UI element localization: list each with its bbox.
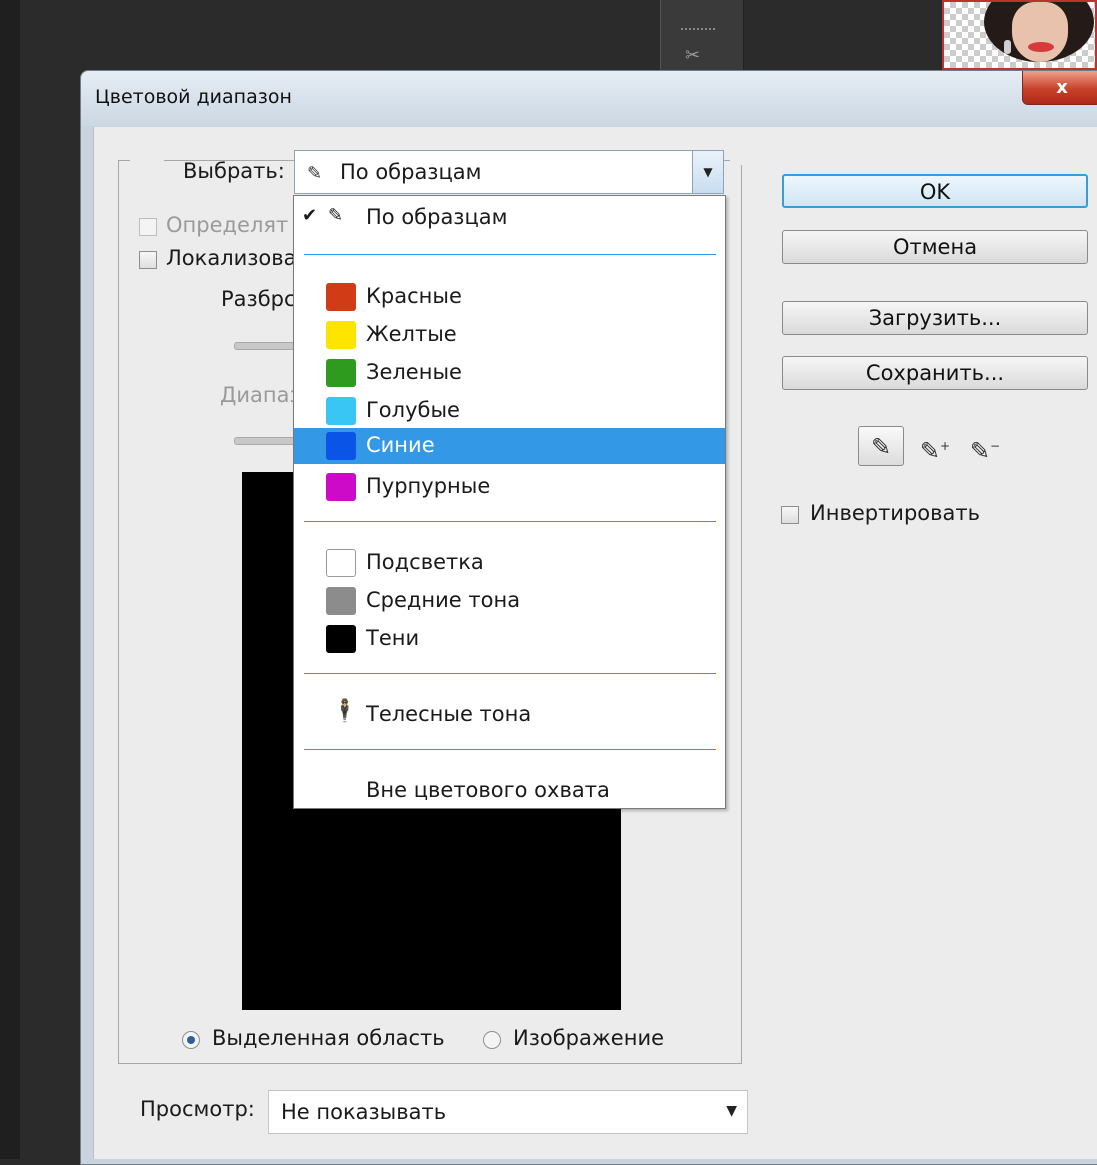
checkmark-icon: ✔ <box>302 205 318 226</box>
load-button[interactable]: Загрузить... <box>782 301 1088 335</box>
group-gap <box>130 155 164 165</box>
chevron-down-icon: ▼ <box>726 1103 737 1119</box>
eyedropper-subtract-icon[interactable]: ✎− <box>962 426 1008 466</box>
localized-checkbox[interactable] <box>139 251 157 269</box>
menu-item-greens[interactable]: Зеленые <box>294 355 725 391</box>
gray-swatch <box>326 587 356 615</box>
select-dropdown-menu: ✔ ✎ По образцам Красные Желтые Зеленые Г… <box>293 195 726 809</box>
thumbnail-earring <box>1004 40 1011 54</box>
cyan-swatch <box>326 397 356 425</box>
thumbnail-lips <box>1028 42 1054 52</box>
preview-label: Просмотр: <box>140 1097 255 1121</box>
select-value: По образцам <box>340 160 482 184</box>
menu-separator <box>304 673 716 674</box>
tool-panel: ✂ <box>660 0 744 75</box>
menu-item-yellows[interactable]: Желтые <box>294 317 725 353</box>
selection-radio[interactable] <box>182 1031 200 1049</box>
menu-item-label: Вне цветового охвата <box>366 778 610 802</box>
group-gap-right <box>730 155 744 165</box>
white-swatch <box>326 549 356 577</box>
menu-item-label: Красные <box>366 284 462 308</box>
image-radio-label: Изображение <box>513 1026 665 1050</box>
fuzziness-label: Разбрс <box>221 287 296 311</box>
ok-button[interactable]: OK <box>782 174 1088 208</box>
preview-combo[interactable]: Не показывать ▼ <box>268 1090 748 1134</box>
blue-swatch <box>326 432 356 460</box>
eyedropper-icon: ✎ <box>307 163 323 184</box>
menu-item-label: Средние тона <box>366 588 521 612</box>
range-label: Диапаз <box>220 383 301 407</box>
chevron-down-icon[interactable]: ▼ <box>692 151 723 193</box>
green-swatch <box>326 359 356 387</box>
menu-item-skin-tones[interactable]: 🕴 Телесные тона <box>294 697 725 733</box>
detect-faces-label: Определят <box>166 213 289 237</box>
menu-item-shadows[interactable]: Тени <box>294 621 725 657</box>
tool-icon[interactable]: ✂ <box>685 46 715 66</box>
invert-checkbox[interactable] <box>781 506 799 524</box>
panel-grip[interactable] <box>681 28 715 33</box>
localized-label: Локализова <box>166 246 297 270</box>
document-thumbnail[interactable] <box>942 0 1097 70</box>
eyedropper-icon: ✎ <box>328 205 344 226</box>
preview-value: Не показывать <box>281 1100 447 1124</box>
yellow-swatch <box>326 321 356 349</box>
invert-label: Инвертировать <box>810 501 980 525</box>
image-radio[interactable] <box>483 1031 501 1049</box>
menu-item-label: Голубые <box>366 398 460 422</box>
close-button[interactable]: x <box>1022 71 1097 105</box>
menu-item-reds[interactable]: Красные <box>294 279 725 315</box>
red-swatch <box>326 283 356 311</box>
menu-item-label: Подсветка <box>366 550 484 574</box>
select-combo[interactable]: ✎ По образцам ▼ <box>294 150 724 194</box>
menu-item-out-of-gamut[interactable]: Вне цветового охвата <box>294 773 725 809</box>
thumbnail-face <box>1012 2 1068 62</box>
dialog-titlebar[interactable]: Цветовой диапазон x <box>81 71 1097 126</box>
dialog-title: Цветовой диапазон <box>95 86 292 108</box>
save-button[interactable]: Сохранить... <box>782 356 1088 390</box>
menu-item-label: Зеленые <box>366 360 462 384</box>
person-icon: 🕴 <box>331 699 359 724</box>
menu-item-label: По образцам <box>366 205 508 229</box>
menu-item-magentas[interactable]: Пурпурные <box>294 469 725 505</box>
menu-separator <box>304 521 716 522</box>
cancel-button[interactable]: Отмена <box>782 230 1088 264</box>
menu-separator <box>304 254 716 255</box>
menu-item-label: Телесные тона <box>366 702 532 726</box>
selection-radio-label: Выделенная область <box>212 1026 445 1050</box>
menu-item-label: Синие <box>366 433 435 457</box>
eyedropper-icon[interactable]: ✎ <box>858 426 904 466</box>
menu-item-label: Пурпурные <box>366 474 491 498</box>
workspace-left-edge <box>0 0 20 1159</box>
menu-item-sampled[interactable]: ✔ ✎ По образцам <box>294 200 725 236</box>
detect-faces-checkbox[interactable] <box>139 218 157 236</box>
eyedropper-add-icon[interactable]: ✎+ <box>912 426 958 466</box>
menu-item-highlights[interactable]: Подсветка <box>294 545 725 581</box>
select-label: Выбрать: <box>183 159 285 183</box>
menu-item-cyans[interactable]: Голубые <box>294 393 725 429</box>
menu-item-midtones[interactable]: Средние тона <box>294 583 725 619</box>
menu-item-label: Тени <box>366 626 420 650</box>
menu-separator <box>304 749 716 750</box>
menu-item-blues[interactable]: Синие <box>294 428 725 464</box>
menu-item-label: Желтые <box>366 322 457 346</box>
black-swatch <box>326 625 356 653</box>
magenta-swatch <box>326 473 356 501</box>
